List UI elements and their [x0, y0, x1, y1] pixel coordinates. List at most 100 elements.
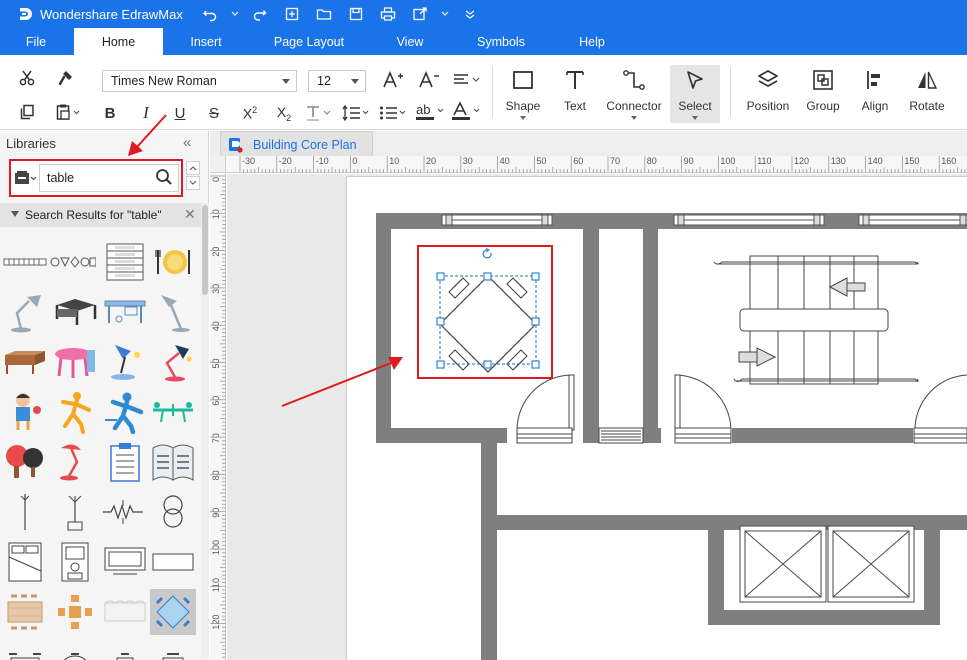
rotate-button[interactable]: Rotate [905, 65, 949, 123]
library-scrollbar[interactable] [201, 203, 209, 660]
subscript-icon[interactable]: X2 [272, 103, 296, 123]
open-icon[interactable] [313, 4, 335, 24]
ruler-label: 160 [941, 156, 956, 166]
search-icon[interactable] [155, 168, 173, 191]
tab-help[interactable]: Help [570, 28, 614, 55]
font-size-select[interactable]: 12 [308, 70, 366, 92]
blue-lamp-shape[interactable] [104, 339, 150, 385]
floor-lamp-shape[interactable] [152, 289, 198, 335]
wood-table-shape[interactable] [2, 339, 48, 385]
export-icon[interactable] [409, 4, 431, 24]
player-silhouette-blue-shape[interactable] [102, 389, 148, 435]
format-painter-icon[interactable] [56, 67, 78, 89]
antenna-symbol-shape[interactable] [2, 489, 48, 535]
underline-icon[interactable]: U [170, 103, 190, 123]
round-dining-set-shape[interactable] [52, 589, 98, 635]
library-folder-icon[interactable] [13, 167, 39, 189]
table-tennis-boy-shape[interactable] [2, 389, 48, 435]
font-color-icon[interactable] [450, 101, 482, 123]
chair-set-shape[interactable] [2, 639, 48, 660]
tab-file[interactable]: File [16, 28, 56, 55]
desk-lamp-shape[interactable] [4, 289, 50, 335]
text-align-icon[interactable] [452, 69, 482, 91]
cut-icon[interactable] [16, 67, 38, 89]
select-tool-button[interactable]: Select [670, 65, 720, 123]
player-silhouette-orange-shape[interactable] [52, 389, 98, 435]
horizontal-ruler[interactable]: -30 -20 -10 0 10 20 30 40 50 60 70 80 90 100 110 120 130… [226, 156, 967, 173]
search-results-header[interactable]: Search Results for "table" ✕ [0, 203, 201, 227]
line-spacing-icon[interactable] [340, 103, 370, 123]
red-lamp-shape[interactable] [152, 339, 198, 385]
red-desk-lamp-shape[interactable] [52, 439, 98, 485]
library-search-box [9, 159, 183, 197]
blue-desk-shape[interactable] [102, 289, 148, 335]
font-family-select[interactable]: Times New Roman [102, 70, 297, 92]
connector-tool-button[interactable]: Connector [604, 65, 664, 123]
clipboard-shape[interactable] [102, 439, 148, 485]
print-icon[interactable] [377, 4, 399, 24]
caret-down-icon[interactable] [231, 4, 239, 24]
strikethrough-icon[interactable]: S [204, 103, 224, 123]
dining-plate-shape[interactable] [150, 239, 196, 285]
caret-down-icon [692, 116, 698, 120]
bold-icon[interactable]: B [100, 103, 120, 123]
new-icon[interactable] [281, 4, 303, 24]
chair-row-shape[interactable] [150, 639, 196, 660]
copy-icon[interactable] [16, 101, 38, 123]
italic-icon[interactable]: I [136, 103, 156, 123]
shape-tool-button[interactable]: Shape [503, 65, 543, 123]
undo-icon[interactable] [199, 4, 221, 24]
collapse-panel-icon[interactable]: « [183, 134, 191, 151]
tab-view[interactable]: View [388, 28, 432, 55]
ruler-label: 100 [720, 156, 735, 166]
drawing-canvas[interactable] [227, 174, 967, 660]
document-tab[interactable]: Building Core Plan [220, 131, 373, 156]
table-strip-shape[interactable] [2, 239, 48, 285]
rectangle-table-shape[interactable] [150, 539, 196, 585]
sink-cabinet-shape[interactable] [52, 539, 98, 585]
close-results-icon[interactable]: ✕ [184, 206, 196, 223]
search-scroll-arrows[interactable] [186, 161, 200, 191]
caret-down-icon [631, 116, 637, 120]
tab-symbols[interactable]: Symbols [470, 28, 532, 55]
ping-pong-paddles-shape[interactable] [2, 439, 48, 485]
resistor-symbol-shape[interactable] [100, 489, 146, 535]
paste-icon[interactable] [54, 101, 82, 123]
pink-table-shape[interactable] [52, 339, 98, 385]
tab-home[interactable]: Home [74, 28, 163, 55]
group-button[interactable]: Group [803, 65, 843, 123]
office-table-shape[interactable] [52, 289, 98, 335]
lace-table-shape[interactable] [102, 589, 148, 635]
chair-pair-shape[interactable] [102, 639, 148, 660]
meeting-table-shape[interactable] [2, 589, 48, 635]
building-core-floor-plan[interactable] [227, 174, 967, 660]
more-icon[interactable] [459, 4, 481, 24]
align-button[interactable]: Align [857, 65, 893, 123]
connector-icon [622, 65, 646, 95]
decrease-font-icon[interactable] [417, 69, 441, 91]
redo-icon[interactable] [249, 4, 271, 24]
table-of-contents-shape[interactable] [150, 439, 196, 485]
save-icon[interactable] [345, 4, 367, 24]
increase-font-icon[interactable] [381, 69, 405, 91]
ground-antenna-shape[interactable] [52, 489, 98, 535]
bed-symbol-shape[interactable] [2, 539, 48, 585]
ping-pong-table-shape[interactable] [150, 389, 196, 435]
bullet-list-icon[interactable] [378, 103, 408, 123]
data-table-shape[interactable] [102, 239, 148, 285]
vertical-ruler[interactable]: 0 10 20 30 40 50 60 70 80 90 100 110 120 [210, 173, 226, 660]
shape-set-shape[interactable] [50, 239, 96, 285]
superscript-icon[interactable]: X2 [238, 103, 262, 123]
transformer-symbol-shape[interactable] [150, 489, 196, 535]
position-button[interactable]: Position [742, 65, 794, 123]
tab-insert[interactable]: Insert [180, 28, 232, 55]
text-style-icon[interactable] [305, 103, 333, 123]
square-table-chairs-shape[interactable] [150, 589, 196, 635]
caret-down-icon[interactable] [441, 4, 449, 24]
counter-symbol-shape[interactable] [102, 539, 148, 585]
library-scroll-thumb[interactable] [202, 205, 208, 295]
tab-page-layout[interactable]: Page Layout [268, 28, 350, 55]
round-table-shape[interactable] [52, 639, 98, 660]
text-background-icon[interactable]: ab [414, 101, 446, 123]
text-tool-button[interactable]: Text [558, 65, 592, 123]
